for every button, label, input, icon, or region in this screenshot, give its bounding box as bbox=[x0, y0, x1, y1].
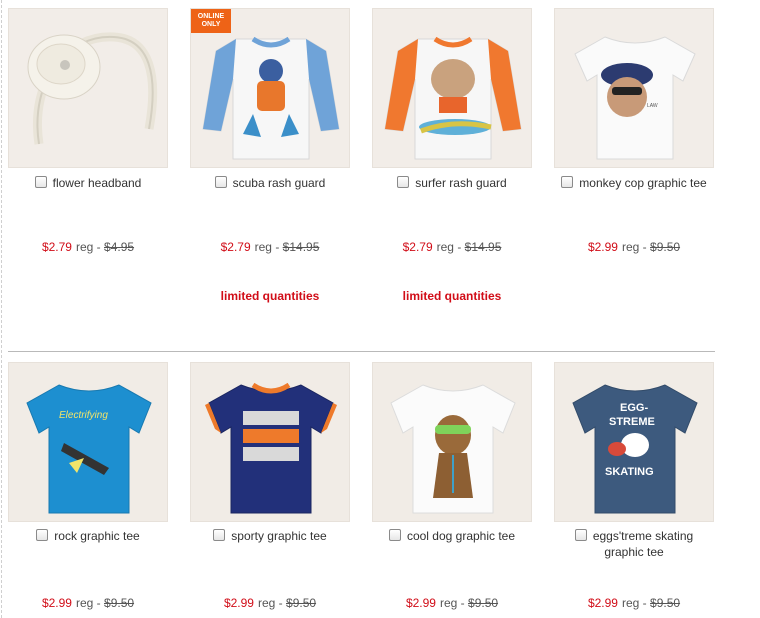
sale-price: $2.79 bbox=[220, 240, 251, 254]
compare-checkbox[interactable] bbox=[574, 529, 587, 541]
regular-price-label: reg - bbox=[621, 596, 647, 610]
svg-text:EGG-: EGG- bbox=[620, 402, 648, 414]
regular-price-label: reg - bbox=[254, 240, 280, 254]
product-name: rock graphic tee bbox=[8, 528, 168, 544]
online-only-badge: ONLINE ONLY bbox=[191, 9, 231, 33]
svg-text:STREME: STREME bbox=[609, 416, 655, 428]
product-name: scuba rash guard bbox=[190, 175, 350, 191]
sale-price: $2.79 bbox=[402, 240, 433, 254]
svg-text:Electrifying: Electrifying bbox=[59, 410, 108, 421]
product-image[interactable] bbox=[372, 362, 532, 522]
page-left-border bbox=[1, 0, 2, 618]
product-image[interactable] bbox=[190, 362, 350, 522]
regular-price-label: reg - bbox=[257, 596, 283, 610]
product-name: surfer rash guard bbox=[372, 175, 532, 191]
svg-text:SKATING: SKATING bbox=[605, 466, 654, 478]
regular-price-label: reg - bbox=[621, 240, 647, 254]
regular-price: $9.50 bbox=[468, 596, 499, 610]
product-image[interactable]: Electrifying bbox=[8, 362, 168, 522]
product-image[interactable] bbox=[372, 8, 532, 168]
product-price: $2.79 reg - $14.95 bbox=[372, 240, 532, 254]
compare-checkbox[interactable] bbox=[561, 176, 574, 188]
product-name: eggs'treme skating graphic tee bbox=[554, 528, 714, 560]
regular-price: $9.50 bbox=[650, 596, 681, 610]
product-image[interactable]: LAW bbox=[554, 8, 714, 168]
sale-price: $2.99 bbox=[587, 240, 618, 254]
product-name: sporty graphic tee bbox=[190, 528, 350, 544]
regular-price: $4.95 bbox=[104, 240, 135, 254]
regular-price: $14.95 bbox=[464, 240, 502, 254]
product-price: $2.99 reg - $9.50 bbox=[554, 596, 714, 610]
regular-price-label: reg - bbox=[75, 240, 101, 254]
product-price: $2.79 reg - $4.95 bbox=[8, 240, 168, 254]
product-name: cool dog graphic tee bbox=[372, 528, 532, 544]
product-image[interactable]: ONLINE ONLY bbox=[190, 8, 350, 168]
product-price: $2.79 reg - $14.95 bbox=[190, 240, 350, 254]
sale-price: $2.99 bbox=[405, 596, 436, 610]
regular-price: $14.95 bbox=[282, 240, 320, 254]
regular-price-label: reg - bbox=[436, 240, 462, 254]
compare-checkbox[interactable] bbox=[397, 176, 410, 188]
svg-text:LAW: LAW bbox=[647, 103, 658, 109]
product-price: $2.99 reg - $9.50 bbox=[372, 596, 532, 610]
regular-price: $9.50 bbox=[286, 596, 317, 610]
sale-price: $2.99 bbox=[587, 596, 618, 610]
compare-checkbox[interactable] bbox=[213, 529, 226, 541]
regular-price: $9.50 bbox=[104, 596, 135, 610]
sale-price: $2.99 bbox=[223, 596, 254, 610]
regular-price-label: reg - bbox=[75, 596, 101, 610]
product-name: flower headband bbox=[8, 175, 168, 191]
regular-price: $9.50 bbox=[650, 240, 681, 254]
product-price: $2.99 reg - $9.50 bbox=[554, 240, 714, 254]
sale-price: $2.79 bbox=[41, 240, 72, 254]
compare-checkbox[interactable] bbox=[36, 529, 49, 541]
limited-quantities-notice: limited quantities bbox=[402, 289, 502, 303]
product-image[interactable]: EGG- STREME SKATING bbox=[554, 362, 714, 522]
compare-checkbox[interactable] bbox=[388, 529, 401, 541]
sale-price: $2.99 bbox=[41, 596, 72, 610]
compare-checkbox[interactable] bbox=[34, 176, 47, 188]
product-name: monkey cop graphic tee bbox=[554, 175, 714, 191]
product-price: $2.99 reg - $9.50 bbox=[190, 596, 350, 610]
product-price: $2.99 reg - $9.50 bbox=[8, 596, 168, 610]
limited-quantities-notice: limited quantities bbox=[220, 289, 320, 303]
row-divider bbox=[8, 351, 715, 352]
regular-price-label: reg - bbox=[439, 596, 465, 610]
compare-checkbox[interactable] bbox=[214, 176, 227, 188]
product-image[interactable] bbox=[8, 8, 168, 168]
